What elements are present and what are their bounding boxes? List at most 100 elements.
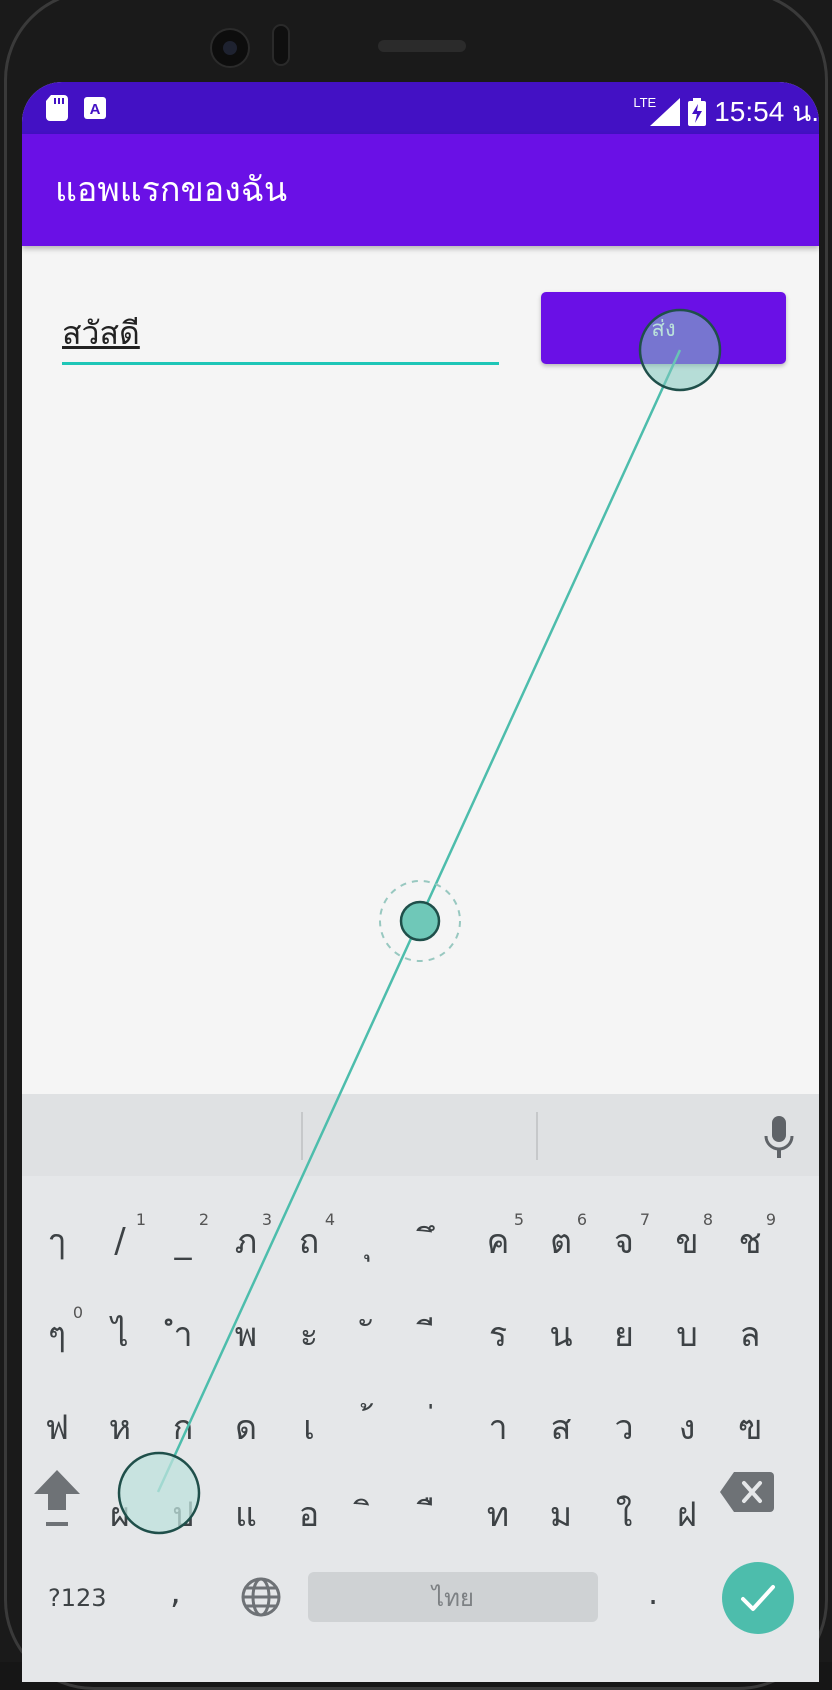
keyboard-key[interactable]: ก <box>153 1392 213 1462</box>
keyboard-key[interactable]: ึ <box>405 1206 465 1276</box>
keyboard-key[interactable]: ร <box>468 1299 528 1369</box>
keyboard-key[interactable]: ฟ <box>27 1392 87 1462</box>
keyboard-key[interactable]: ว <box>594 1392 654 1462</box>
key-char: ส <box>550 1408 572 1448</box>
phone-screen: A LTE 15:54 น. แอพแรกของฉัน สวัสดี ส่ง ๅ… <box>22 82 819 1682</box>
key-hint: 5 <box>513 1210 524 1229</box>
keyboard-key[interactable]: ต6 <box>531 1206 591 1276</box>
key-char: _ <box>174 1221 192 1261</box>
key-char: ว <box>614 1408 634 1448</box>
send-button-label: ส่ง <box>651 316 676 342</box>
keyboard-key[interactable]: ข8 <box>657 1206 717 1276</box>
keyboard-key[interactable]: จ7 <box>594 1206 654 1276</box>
keyboard-key[interactable]: ม <box>531 1479 591 1549</box>
keyboard-key[interactable]: อ <box>279 1479 339 1549</box>
key-char: ผ <box>110 1495 130 1535</box>
keyboard-key[interactable]: ส <box>531 1392 591 1462</box>
svg-text:A: A <box>90 101 101 118</box>
keyboard-key[interactable]: ๅ <box>27 1206 87 1276</box>
keyboard-key[interactable]: ำ <box>153 1299 213 1369</box>
keyboard-key[interactable]: ื <box>405 1479 465 1549</box>
key-hint: 6 <box>576 1210 587 1229</box>
keyboard-key[interactable]: ป <box>153 1479 213 1549</box>
space-bar[interactable]: ไทย <box>308 1572 598 1622</box>
message-input[interactable]: สวัสดี <box>62 304 499 365</box>
keyboard-key[interactable]: แ <box>216 1479 276 1549</box>
key-hint: 9 <box>765 1210 776 1229</box>
globe-icon[interactable] <box>240 1576 282 1618</box>
key-char: / <box>114 1221 126 1261</box>
keyboard-key[interactable]: ผ <box>90 1479 150 1549</box>
microphone-icon[interactable] <box>764 1116 794 1158</box>
suggestion-divider <box>536 1112 538 1160</box>
key-char: ก <box>172 1408 194 1448</box>
key-char: ป <box>172 1495 194 1535</box>
keyboard-key[interactable]: ภ3 <box>216 1206 276 1276</box>
keyboard-key[interactable]: ย <box>594 1299 654 1369</box>
keyboard-key[interactable]: ๆ0 <box>27 1299 87 1369</box>
keyboard-key[interactable]: ท <box>468 1479 528 1549</box>
keyboard-key[interactable]: ิ <box>342 1479 402 1549</box>
key-char: ๆ <box>47 1315 67 1355</box>
keyboard-key[interactable]: /1 <box>90 1206 150 1276</box>
key-char: ท <box>486 1495 510 1535</box>
keyboard-key[interactable]: ี <box>405 1299 465 1369</box>
send-button[interactable]: ส่ง <box>541 292 786 364</box>
keyboard-key[interactable]: พ <box>216 1299 276 1369</box>
keyboard-key[interactable]: ะ <box>279 1299 339 1369</box>
key-char: พ <box>234 1315 258 1355</box>
soft-keyboard: ๅ/1_2ภ3ถ4ุึค5ต6จ7ข8ช9ๆ0ไำพะัีรนยบลฟหกดเ้… <box>22 1094 819 1682</box>
key-char: ล <box>739 1315 761 1355</box>
key-hint: 1 <box>135 1210 146 1229</box>
keyboard-key[interactable]: ่ <box>405 1392 465 1462</box>
key-char: ร <box>488 1315 508 1355</box>
keyboard-key[interactable]: บ <box>657 1299 717 1369</box>
comma-key[interactable]: , <box>170 1572 181 1612</box>
keyboard-key[interactable]: ช9 <box>720 1206 780 1276</box>
status-bar: A LTE 15:54 น. <box>22 82 819 134</box>
key-char: ด <box>234 1408 258 1448</box>
key-char: ไ <box>111 1315 129 1355</box>
keyboard-key[interactable]: ล <box>720 1299 780 1369</box>
battery-charging-icon <box>688 98 707 126</box>
keyboard-key[interactable]: ง <box>657 1392 717 1462</box>
key-hint: 4 <box>324 1210 335 1229</box>
symbols-key[interactable]: ?123 <box>48 1584 107 1612</box>
key-char: เ <box>303 1408 315 1448</box>
keyboard-key[interactable]: ใ <box>594 1479 654 1549</box>
message-input-text: สวัสดี <box>62 314 140 352</box>
keyboard-key[interactable]: ไ <box>90 1299 150 1369</box>
keyboard-key[interactable]: ด <box>216 1392 276 1462</box>
earpiece-speaker <box>378 40 466 52</box>
key-char: อ <box>298 1495 320 1535</box>
suggestion-strip <box>22 1094 819 1176</box>
keyboard-key[interactable]: ฃ <box>720 1392 780 1462</box>
period-key[interactable]: . <box>648 1574 658 1612</box>
proximity-sensor <box>272 24 290 66</box>
keyboard-key[interactable]: ถ4 <box>279 1206 339 1276</box>
keyboard-key[interactable]: น <box>531 1299 591 1369</box>
space-bar-label: ไทย <box>432 1583 474 1612</box>
keyboard-key[interactable]: า <box>468 1392 528 1462</box>
keyboard-key[interactable]: ห <box>90 1392 150 1462</box>
key-char: จ <box>614 1222 634 1262</box>
key-char: ถ <box>298 1222 320 1262</box>
key-char: น <box>549 1315 573 1355</box>
sd-card-icon <box>46 95 68 121</box>
key-char: ช <box>738 1222 762 1262</box>
keyboard-key[interactable]: ้ <box>342 1392 402 1462</box>
keyboard-key[interactable]: ุ <box>342 1206 402 1276</box>
key-char: ง <box>678 1408 696 1448</box>
backspace-key-icon[interactable] <box>720 1472 774 1512</box>
keyboard-key[interactable]: ฝ <box>657 1479 717 1549</box>
keyboard-key[interactable]: เ <box>279 1392 339 1462</box>
shift-key-icon[interactable] <box>32 1466 82 1530</box>
keyboard-key[interactable]: _ 2 <box>153 1206 213 1276</box>
app-title: แอพแรกของฉัน <box>55 170 288 210</box>
keyboard-key[interactable]: ค5 <box>468 1206 528 1276</box>
keyboard-key[interactable]: ั <box>342 1299 402 1369</box>
clock: 15:54 น. <box>714 96 819 127</box>
key-char: บ <box>676 1315 698 1355</box>
enter-button[interactable] <box>722 1562 794 1634</box>
suggestion-divider <box>301 1112 303 1160</box>
